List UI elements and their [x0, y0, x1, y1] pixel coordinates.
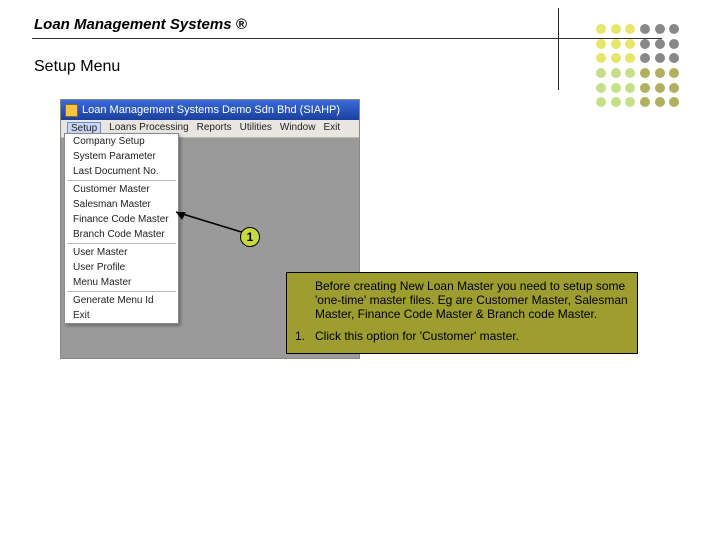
setup-dropdown: Company Setup System Parameter Last Docu…: [64, 133, 179, 324]
titlebar: Loan Management Systems Demo Sdn Bhd (SI…: [61, 100, 359, 120]
menu-utilities[interactable]: Utilities: [240, 122, 272, 135]
instruction-step-number: 1.: [295, 329, 305, 343]
menu-salesman-master[interactable]: Salesman Master: [65, 197, 178, 212]
title-underline: [32, 38, 662, 39]
dropdown-separator: [67, 243, 176, 244]
titlebar-text: Loan Management Systems Demo Sdn Bhd (SI…: [82, 104, 340, 116]
menu-generate-menu-id[interactable]: Generate Menu Id: [65, 293, 178, 308]
menu-last-document-no[interactable]: Last Document No.: [65, 164, 178, 179]
menu-finance-code-master[interactable]: Finance Code Master: [65, 212, 178, 227]
instruction-step-text: Click this option for 'Customer' master.: [315, 329, 519, 343]
menu-exit[interactable]: Exit: [323, 122, 340, 135]
menu-window[interactable]: Window: [280, 122, 316, 135]
menu-system-parameter[interactable]: System Parameter: [65, 149, 178, 164]
menu-user-master[interactable]: User Master: [65, 245, 178, 260]
decorative-dots: [596, 24, 680, 108]
vertical-divider: [558, 8, 559, 90]
subtitle: Setup Menu: [34, 58, 120, 76]
menu-menu-master[interactable]: Menu Master: [65, 275, 178, 290]
menu-reports[interactable]: Reports: [197, 122, 232, 135]
callout-badge-1: 1: [240, 227, 260, 247]
menu-exit-item[interactable]: Exit: [65, 308, 178, 323]
menu-branch-code-master[interactable]: Branch Code Master: [65, 227, 178, 242]
dropdown-separator: [67, 180, 176, 181]
menu-company-setup[interactable]: Company Setup: [65, 134, 178, 149]
menu-customer-master[interactable]: Customer Master: [65, 182, 178, 197]
app-icon: [65, 104, 78, 117]
menu-user-profile[interactable]: User Profile: [65, 260, 178, 275]
instruction-box: Before creating New Loan Master you need…: [286, 272, 638, 354]
pointer-arrow-icon: [170, 210, 250, 240]
instruction-intro: Before creating New Loan Master you need…: [315, 279, 629, 321]
dropdown-separator: [67, 291, 176, 292]
page-title: Loan Management Systems ®: [34, 16, 247, 33]
